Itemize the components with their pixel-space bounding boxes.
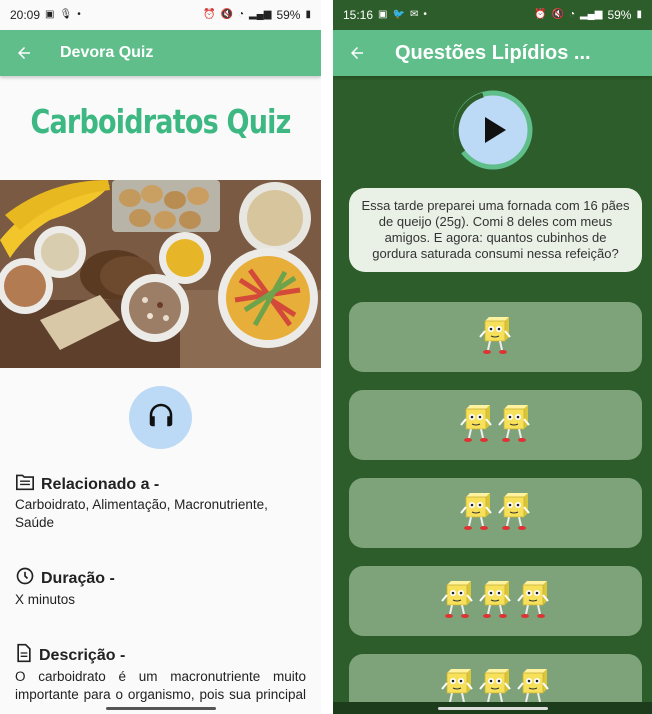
wifi-icon: ◔ (568, 9, 575, 20)
clock-icon (15, 566, 35, 591)
image-notification-icon: ▣ (45, 9, 55, 20)
back-arrow-icon[interactable] (345, 41, 369, 65)
duration-section: Duração - X minutos (0, 566, 321, 609)
battery-icon: ▮ (636, 9, 642, 20)
system-nav-bar (333, 702, 652, 714)
battery-icon: ▮ (305, 9, 311, 20)
battery-percent: 59% (607, 8, 632, 22)
question-text: Essa tarde preparei uma fornada com 16 p… (349, 188, 642, 272)
mic-notification-icon: 🎙 (59, 9, 73, 20)
status-bar: 15:16 ▣ 🐦 ✉ • ⏰ 🔇 ◔ ▂▄▆ 59% ▮ (333, 0, 652, 30)
app-bar: Questões Lipídios ... (333, 30, 652, 76)
butter-cube-character-icon (497, 403, 532, 448)
answers-list (333, 302, 652, 714)
butter-cube-character-icon (478, 579, 513, 624)
status-time: 15:16 (343, 8, 374, 22)
butter-cube-character-icon (516, 579, 551, 624)
twitter-notification-icon: 🐦 (392, 9, 405, 20)
wifi-icon: ◔ (237, 9, 244, 20)
back-arrow-icon[interactable] (12, 41, 36, 65)
folder-icon (15, 473, 35, 496)
mute-icon: 🔇 (220, 9, 233, 20)
play-button[interactable] (453, 90, 533, 170)
answer-option-2[interactable] (349, 390, 642, 460)
alarm-icon: ⏰ (203, 9, 216, 20)
related-heading: Relacionado a - (41, 475, 160, 493)
butter-cube-character-icon (459, 491, 494, 536)
butter-cube-character-icon (497, 491, 532, 536)
status-time: 20:09 (10, 8, 41, 22)
mail-notification-icon: ✉ (409, 9, 419, 20)
headphones-icon (146, 400, 176, 435)
mute-icon: 🔇 (551, 9, 564, 20)
app-title: Devora Quiz (60, 44, 154, 61)
status-bar: 20:09 ▣ 🎙 • ⏰ 🔇 ◔ ▂▄▆ 59% ▮ (0, 0, 321, 30)
related-section: Relacionado a - Carboidrato, Alimentação… (0, 473, 321, 532)
butter-cube-character-icon (459, 403, 494, 448)
butter-cube-character-icon (478, 315, 513, 360)
signal-icon: ▂▄▆ (248, 9, 272, 20)
carbohydrate-foods-image (0, 180, 321, 368)
answer-option-1[interactable] (349, 302, 642, 372)
app-title: Questões Lipídios ... (395, 41, 591, 64)
audio-button[interactable] (129, 386, 192, 449)
related-text: Carboidrato, Alimentação, Macronutriente… (15, 497, 268, 530)
document-icon (15, 643, 33, 668)
dot-icon: • (77, 9, 81, 20)
duration-text: X minutos (15, 592, 76, 607)
quiz-title: Carboidratos Quiz (30, 102, 291, 141)
answer-option-3[interactable] (349, 478, 642, 548)
right-screen: 15:16 ▣ 🐦 ✉ • ⏰ 🔇 ◔ ▂▄▆ 59% ▮ Questões L… (333, 0, 652, 714)
duration-heading: Duração - (41, 569, 115, 587)
butter-cube-character-icon (440, 579, 475, 624)
home-handle[interactable] (437, 706, 548, 710)
system-nav-bar (0, 702, 321, 714)
dot-icon: • (423, 9, 427, 20)
home-handle[interactable] (105, 706, 216, 710)
answer-option-4[interactable] (349, 566, 642, 636)
description-heading: Descrição - (39, 646, 126, 664)
signal-icon: ▂▄▆ (579, 9, 603, 20)
app-bar: Devora Quiz (0, 30, 321, 76)
alarm-icon: ⏰ (534, 9, 547, 20)
left-screen: 20:09 ▣ 🎙 • ⏰ 🔇 ◔ ▂▄▆ 59% ▮ Devora Quiz … (0, 0, 321, 714)
battery-percent: 59% (276, 8, 301, 22)
image-notification-icon: ▣ (378, 9, 388, 20)
